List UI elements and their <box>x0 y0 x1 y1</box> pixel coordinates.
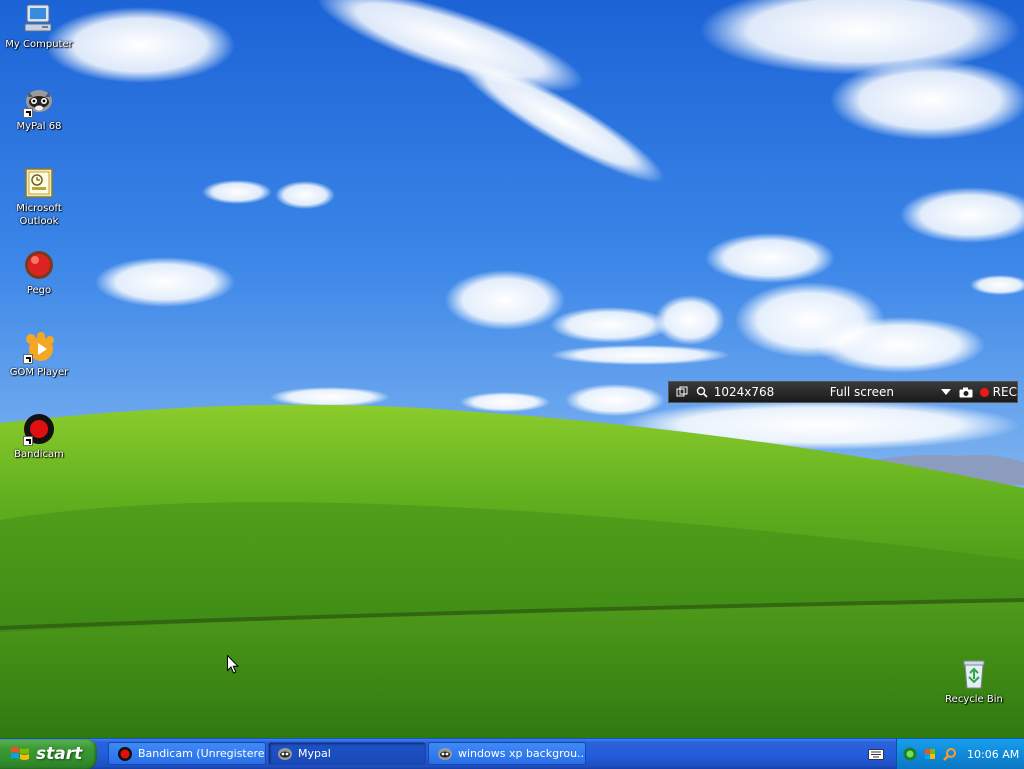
desktop-icon-label: My Computer <box>5 39 73 50</box>
desktop-icon-label: MyPal 68 <box>16 121 62 132</box>
shortcut-arrow-icon <box>23 436 33 446</box>
desktop-icon-pego[interactable]: Pego <box>0 248 78 297</box>
desktop-wallpaper[interactable] <box>0 0 1024 738</box>
outlook-icon <box>22 166 56 200</box>
taskbar-button-bandicam[interactable]: Bandicam (Unregistere... <box>108 742 266 765</box>
bandicam-icon <box>22 412 56 446</box>
mypal-icon <box>438 747 452 760</box>
windows-logo-icon <box>11 747 29 760</box>
pego-icon <box>22 248 56 282</box>
shortcut-arrow-icon <box>23 354 33 364</box>
resolution-label: 1024x768 <box>713 385 775 399</box>
recycle-bin-icon <box>957 657 991 691</box>
camera-icon[interactable] <box>959 384 974 400</box>
desktop-icon-outlook[interactable]: Microsoft Outlook <box>0 166 78 228</box>
keyboard-icon[interactable] <box>868 747 884 761</box>
capture-mode-label[interactable]: Full screen <box>830 385 934 399</box>
window-mode-icon[interactable] <box>674 384 689 400</box>
desktop-icon-my-computer[interactable]: My Computer <box>0 2 78 51</box>
bandicam-recording-bar[interactable]: 1024x768 Full screen REC <box>668 381 1018 403</box>
taskbar-button-label: windows xp backgrou... <box>458 747 586 760</box>
start-button[interactable]: start <box>0 739 97 769</box>
taskbar-clock[interactable]: 10:06 AM <box>967 748 1019 761</box>
desktop-icon-mypal[interactable]: MyPal 68 <box>0 84 78 133</box>
desktop-icon-label: Bandicam <box>14 449 64 460</box>
mode-dropdown-icon[interactable] <box>938 384 953 400</box>
mypal-icon <box>22 84 56 118</box>
zoom-icon[interactable] <box>694 384 709 400</box>
taskbar-button-label: Mypal <box>298 747 331 760</box>
my-computer-icon <box>22 2 56 36</box>
desktop-icon-label: Pego <box>26 285 52 296</box>
network-icon[interactable] <box>903 747 917 761</box>
desktop-icon-label: Microsoft Outlook <box>16 203 62 227</box>
taskbar-button-mypal[interactable]: Mypal <box>268 742 426 765</box>
mypal-icon <box>278 747 292 760</box>
search-icon[interactable] <box>943 747 957 761</box>
record-button[interactable]: REC <box>993 385 1017 399</box>
desktop-icon-bandicam[interactable]: Bandicam <box>0 412 78 461</box>
bandicam-icon <box>118 746 132 761</box>
gom-player-icon <box>22 330 56 364</box>
system-tray: 10:06 AM <box>896 739 1024 769</box>
desktop-icon-label: Recycle Bin <box>945 694 1003 705</box>
mouse-cursor-icon <box>227 655 239 674</box>
record-icon[interactable] <box>980 387 989 397</box>
security-icon[interactable] <box>923 747 937 761</box>
desktop-icon-gom-player[interactable]: GOM Player <box>0 330 78 379</box>
taskbar-button-label: Bandicam (Unregistere... <box>138 747 266 760</box>
taskbar: start Bandicam (Unregistere... Mypal win… <box>0 738 1024 769</box>
start-label: start <box>36 744 83 764</box>
desktop-icon-label: GOM Player <box>9 367 69 378</box>
desktop-icon-recycle-bin[interactable]: Recycle Bin <box>935 657 1013 706</box>
shortcut-arrow-icon <box>23 108 33 118</box>
taskbar-button-browser-window[interactable]: windows xp backgrou... <box>428 742 586 765</box>
